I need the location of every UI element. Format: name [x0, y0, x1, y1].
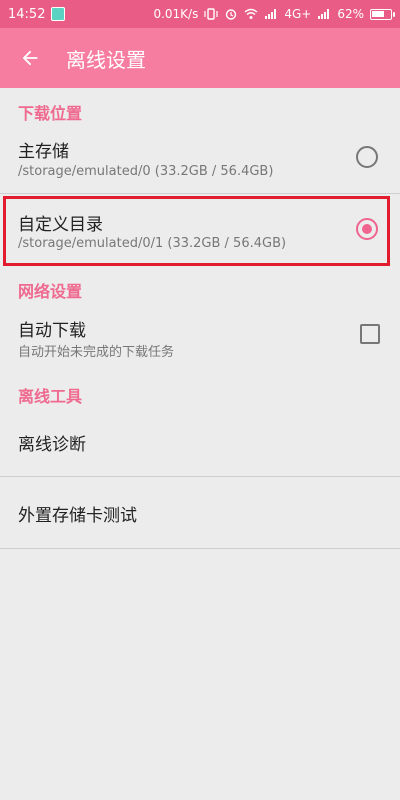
battery-percent: 62% [337, 7, 364, 21]
divider [0, 193, 400, 194]
primary-storage-radio[interactable] [356, 146, 378, 168]
offline-diagnosis-label: 离线诊断 [18, 435, 86, 455]
page-title: 离线设置 [66, 47, 146, 72]
section-header-offline-tools: 离线工具 [18, 387, 83, 406]
highlight-frame [3, 196, 390, 266]
back-button[interactable] [16, 44, 44, 72]
network-speed: 0.01K/s [153, 7, 199, 21]
offline-tool-item[interactable]: 外置存储卡测试 [0, 477, 400, 547]
auto-download-subtitle: 自动开始未完成的下载任务 [18, 345, 175, 360]
arrow-left-icon [22, 50, 38, 66]
signal-icon-2 [318, 9, 330, 19]
status-time: 14:52 [8, 6, 46, 22]
network-type: 4G+ [284, 7, 312, 21]
vibrate-icon [204, 8, 218, 20]
section-header-network: 网络设置 [18, 282, 83, 301]
primary-storage-path: /storage/emulated/0 (33.2GB / 56.4GB) [18, 164, 274, 179]
offline-tool-item[interactable]: 离线诊断 [0, 410, 400, 476]
wifi-icon [244, 8, 258, 19]
signal-icon [265, 9, 277, 19]
app-notification-icon [51, 7, 66, 21]
status-bar: 14:52 0.01K/s 4G+ 62% [0, 0, 400, 28]
option-primary-storage[interactable]: 主存储 /storage/emulated/0 (33.2GB / 56.4GB… [0, 124, 400, 194]
section-header-download-location: 下载位置 [18, 104, 83, 123]
app-bar: 离线设置 [0, 28, 400, 88]
alarm-icon [226, 9, 237, 20]
primary-storage-title: 主存储 [18, 142, 69, 162]
auto-download-title: 自动下载 [18, 321, 86, 341]
battery-icon [370, 8, 395, 20]
divider [0, 548, 400, 549]
auto-download-checkbox[interactable] [360, 324, 380, 344]
option-auto-download[interactable]: 自动下载 自动开始未完成的下载任务 [0, 304, 400, 368]
external-sd-test-label: 外置存储卡测试 [18, 506, 137, 526]
